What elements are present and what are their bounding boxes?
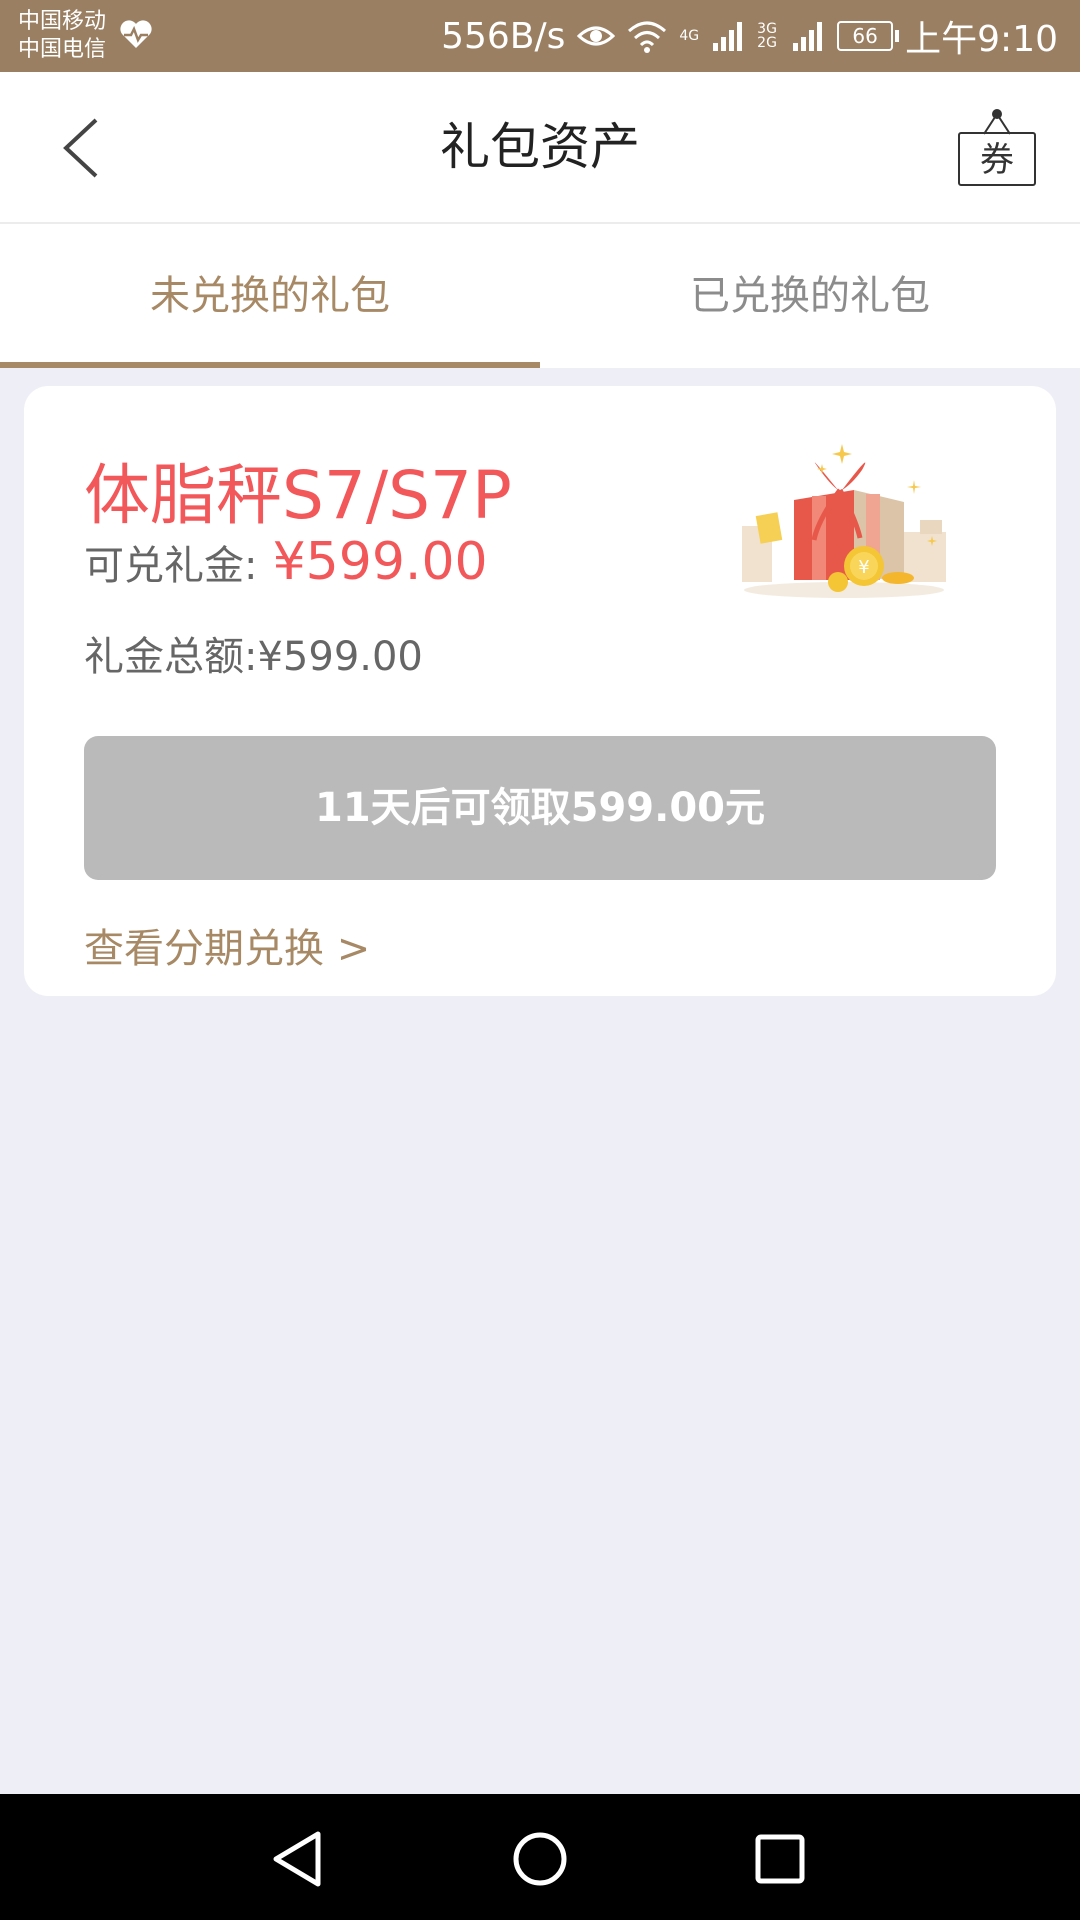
installment-exchange-link[interactable]: 查看分期兑换 > (84, 916, 370, 974)
product-name: 体脂秤S7/S7P (84, 457, 512, 534)
navigation-header: 礼包资产 券 (0, 72, 1080, 224)
tab-unredeemed[interactable]: 未兑换的礼包 (0, 224, 540, 368)
circle-home-icon[interactable] (505, 1824, 575, 1894)
claim-button[interactable]: 11天后可领取599.00元 (84, 736, 996, 880)
status-bar: 中国移动 中国电信 556B/s 4G 3G 2G 66 上午9:10 (0, 0, 1080, 72)
signal-icon-1 (713, 22, 743, 51)
tab-redeemed[interactable]: 已兑换的礼包 (540, 224, 1080, 368)
svg-text:¥: ¥ (858, 557, 869, 578)
network-type-1: 4G (679, 28, 700, 44)
square-recent-icon[interactable] (745, 1824, 815, 1894)
tab-indicator (0, 362, 540, 368)
carrier-1: 中国移动 (18, 9, 107, 34)
clock: 上午9:10 (905, 19, 1058, 60)
gift-box-illustration: ¥ (742, 444, 946, 598)
carrier-info: 中国移动 中国电信 (18, 8, 106, 64)
available-amount-row: 可兑礼金: ¥599.00 (84, 532, 488, 592)
status-icons: 556B/s 4G 3G 2G 66 上午9:10 (441, 0, 1058, 72)
triangle-back-icon[interactable] (262, 1824, 332, 1894)
system-navigation-bar (0, 1794, 1080, 1920)
net-speed: 556B/s (441, 15, 566, 57)
battery-icon: 66 (837, 21, 900, 51)
page-title: 礼包资产 (440, 118, 640, 176)
gift-package-card: 体脂秤S7/S7P 可兑礼金: ¥599.00 礼金总额:¥599.00 ¥ 1… (24, 386, 1056, 996)
tab-bar: 未兑换的礼包 已兑换的礼包 (0, 224, 1080, 368)
wifi-icon (628, 21, 667, 53)
coupon-label: 券 (958, 132, 1036, 186)
signal-icon-2 (793, 22, 823, 51)
total-amount: 礼金总额:¥599.00 (84, 634, 423, 680)
available-label: 可兑礼金: (84, 543, 258, 589)
network-type-2: 3G 2G (757, 21, 777, 51)
eye-icon (577, 26, 616, 46)
carrier-2: 中国电信 (18, 37, 107, 62)
available-value: ¥599.00 (272, 532, 488, 592)
coupon-button[interactable]: 券 (958, 108, 1038, 188)
heart-rate-icon (120, 20, 152, 48)
